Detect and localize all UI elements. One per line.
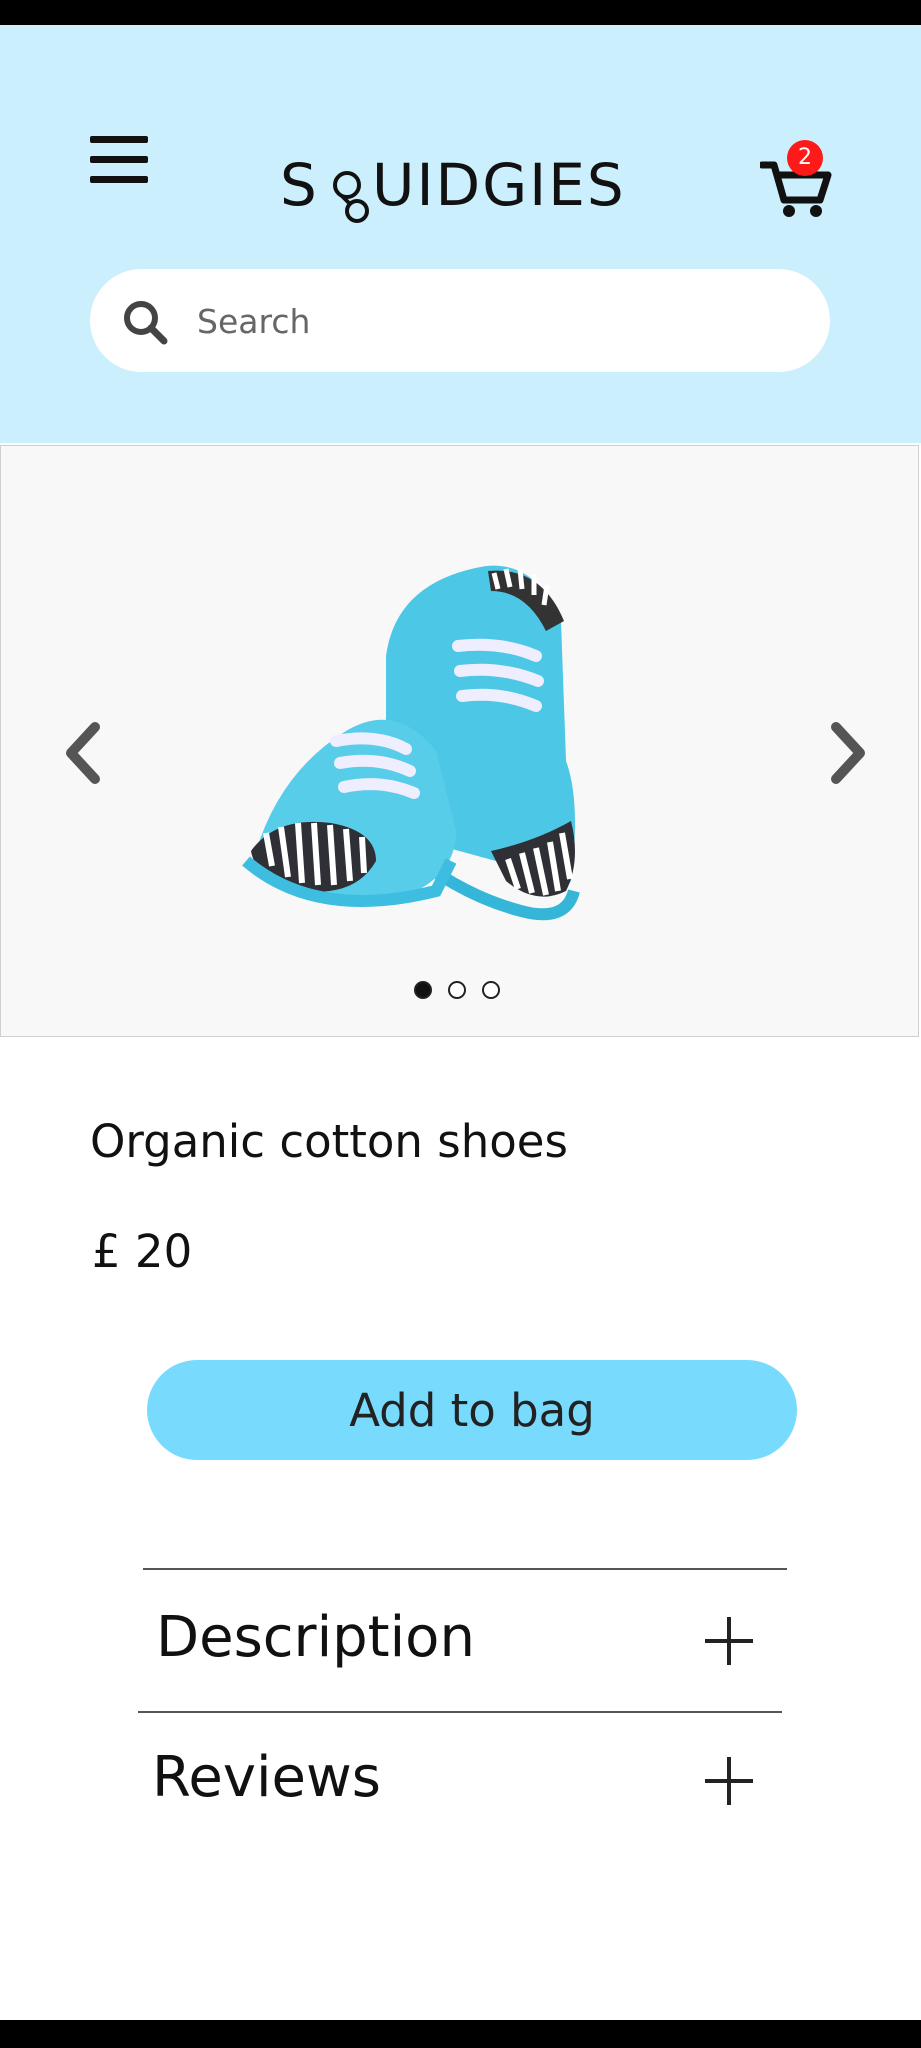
carousel-dot-2[interactable] xyxy=(448,981,466,999)
search-bar xyxy=(90,269,830,372)
shopping-cart-button[interactable]: 2 xyxy=(758,140,835,220)
svg-text:S: S xyxy=(280,151,319,219)
carousel-dot-3[interactable] xyxy=(482,981,500,999)
plus-icon xyxy=(705,1757,753,1805)
plus-icon xyxy=(705,1617,753,1665)
carousel-dot-1[interactable] xyxy=(414,981,432,999)
divider xyxy=(143,1568,787,1570)
brand-logo[interactable]: S UIDGIES xyxy=(280,140,640,230)
search-icon[interactable] xyxy=(122,299,168,345)
site-header: S UIDGIES 2 xyxy=(0,25,921,443)
svg-text:UIDGIES: UIDGIES xyxy=(372,151,626,219)
product-price: £ 20 xyxy=(92,1225,193,1278)
app-screen: S UIDGIES 2 Search Organic cotton shoes … xyxy=(0,25,921,2020)
chevron-left-icon[interactable] xyxy=(59,721,107,785)
hamburger-menu-icon[interactable] xyxy=(90,136,148,184)
chevron-right-icon[interactable] xyxy=(824,721,872,785)
product-image-carousel xyxy=(0,445,919,1037)
divider xyxy=(138,1711,782,1713)
product-title: Organic cotton shoes xyxy=(90,1115,568,1168)
accordion-label: Reviews xyxy=(152,1745,381,1810)
add-to-bag-button[interactable]: Add to bag xyxy=(147,1360,797,1460)
accordion-reviews[interactable]: Reviews xyxy=(140,1725,780,1835)
accordion-label: Description xyxy=(156,1605,475,1670)
shoe-front xyxy=(242,719,457,907)
product-image[interactable] xyxy=(236,561,686,936)
cart-count-badge: 2 xyxy=(787,140,823,176)
brand-logo-image: S UIDGIES xyxy=(280,151,626,223)
search-input[interactable] xyxy=(195,289,799,353)
accordion-description[interactable]: Description xyxy=(140,1585,780,1695)
